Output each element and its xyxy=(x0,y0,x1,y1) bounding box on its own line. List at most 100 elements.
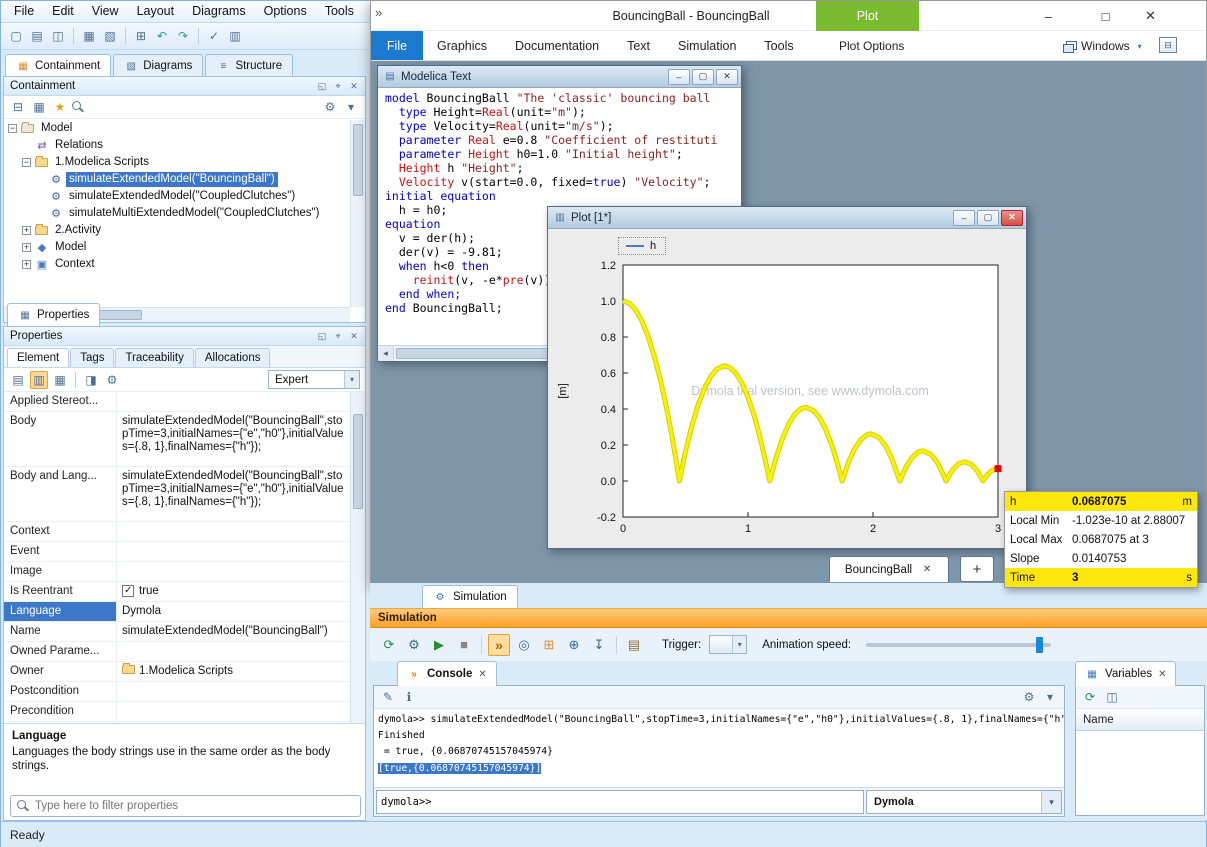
restore-button[interactable]: ▢ xyxy=(692,69,714,85)
property-row[interactable]: Is Reentranttrue xyxy=(4,582,352,602)
tree-label[interactable]: 2.Activity xyxy=(52,223,104,238)
collections-icon[interactable]: ⊞ xyxy=(132,27,150,45)
tree-item[interactable]: +2.Activity xyxy=(4,222,350,239)
columns-icon[interactable]: ◫ xyxy=(1103,688,1121,706)
property-value[interactable] xyxy=(117,642,352,661)
tab-properties[interactable]: ▦ Properties xyxy=(7,303,100,326)
ribbon-tab-file[interactable]: File xyxy=(371,31,423,60)
tree-label[interactable]: Relations xyxy=(52,138,106,153)
options-gear-icon[interactable]: ⚙ xyxy=(321,98,339,116)
menu-tools[interactable]: Tools xyxy=(316,1,363,22)
favorites-icon[interactable]: ★ xyxy=(51,98,69,116)
open-project-icon[interactable]: ▤ xyxy=(28,27,46,45)
tree-label[interactable]: Context xyxy=(52,257,98,272)
tree-label[interactable]: 1.Modelica Scripts xyxy=(52,155,152,170)
property-value[interactable] xyxy=(117,542,352,561)
close-button[interactable]: ✕ xyxy=(1128,1,1173,31)
property-value[interactable]: simulateExtendedModel("BouncingBall",sto… xyxy=(117,467,352,521)
categorized-icon[interactable]: ▤ xyxy=(9,371,27,389)
customize-icon[interactable]: ◨ xyxy=(82,371,100,389)
tree-label[interactable]: simulateMultiExtendedModel("CoupledClutc… xyxy=(66,206,322,221)
expand-tree-icon[interactable]: ⊟ xyxy=(9,98,27,116)
property-row[interactable]: Precondition xyxy=(4,702,352,722)
property-row[interactable]: Event xyxy=(4,542,352,562)
save-project-icon[interactable]: ◫ xyxy=(49,27,67,45)
console-command-input[interactable] xyxy=(376,790,864,814)
animation-speed-slider[interactable] xyxy=(866,643,1051,647)
tree-label[interactable]: simulateExtendedModel("BouncingBall") xyxy=(66,172,278,187)
tab-console[interactable]: » Console ✕ xyxy=(397,661,497,686)
property-value[interactable] xyxy=(117,702,352,721)
property-value[interactable] xyxy=(117,522,352,541)
menu-edit[interactable]: Edit xyxy=(43,1,83,22)
property-value[interactable]: 1.Modelica Scripts xyxy=(117,662,352,681)
book-icon[interactable]: ▤ xyxy=(623,634,645,656)
checkbox-checked-icon[interactable] xyxy=(122,585,134,597)
open-diagram-icon[interactable]: ▦ xyxy=(30,98,48,116)
property-row[interactable]: Postcondition xyxy=(4,682,352,702)
plot-window-title-bar[interactable]: ▥ Plot [1*] – ▢ ✕ xyxy=(548,207,1026,229)
target-icon[interactable]: ◎ xyxy=(513,634,535,656)
edit-icon[interactable]: ✎ xyxy=(379,688,397,706)
tab-variables[interactable]: ▦ Variables ✕ xyxy=(1075,661,1176,686)
tree-item[interactable]: +◆Model xyxy=(4,239,350,256)
menu-view[interactable]: View xyxy=(83,1,128,22)
close-button[interactable]: ✕ xyxy=(1001,210,1023,226)
tab-close-icon[interactable]: ✕ xyxy=(478,669,486,680)
menu-diagrams[interactable]: Diagrams xyxy=(183,1,255,22)
property-row[interactable]: Applied Stereot... xyxy=(4,392,352,412)
menu-layout[interactable]: Layout xyxy=(128,1,184,22)
property-value[interactable] xyxy=(117,682,352,701)
slider-handle[interactable] xyxy=(1036,637,1043,653)
property-row[interactable]: Owned Parame... xyxy=(4,642,352,662)
tree-item[interactable]: ⚙simulateExtendedModel("CoupledClutches"… xyxy=(4,188,350,205)
property-row[interactable]: Body and Lang...simulateExtendedModel("B… xyxy=(4,467,352,522)
windows-menu[interactable]: Windows ▾ xyxy=(1063,31,1145,61)
vscroll-thumb[interactable] xyxy=(353,124,363,196)
options-gear-icon[interactable]: ⚙ xyxy=(1020,688,1038,706)
tab-traceability[interactable]: Traceability xyxy=(115,348,193,367)
bouncing-ball-plot[interactable]: -0.20.00.20.40.60.81.01.20123[m]Dymola t… xyxy=(548,229,1028,550)
tab-allocations[interactable]: Allocations xyxy=(195,348,271,367)
restore-panel-icon[interactable]: ◱ xyxy=(315,329,329,343)
tree-label[interactable]: simulateExtendedModel("CoupledClutches") xyxy=(66,189,298,204)
tab-simulation[interactable]: ⚙ Simulation xyxy=(422,585,518,608)
ribbon-item-plot-options[interactable]: Plot Options xyxy=(839,31,904,61)
close-button[interactable]: ✕ xyxy=(716,69,738,85)
tree-item[interactable]: ⚙simulateExtendedModel("BouncingBall") xyxy=(4,171,350,188)
variables-name-header[interactable]: Name xyxy=(1076,709,1204,731)
close-panel-icon[interactable]: ✕ xyxy=(347,79,361,93)
tab-close-icon[interactable]: ✕ xyxy=(921,564,933,576)
restore-panel-icon[interactable]: ◱ xyxy=(315,79,329,93)
show-panes-button[interactable]: ⊟ xyxy=(1159,37,1177,53)
undo-icon[interactable]: ↶ xyxy=(153,27,171,45)
tab-structure[interactable]: ≡Structure xyxy=(205,54,293,77)
property-value[interactable]: true xyxy=(117,582,352,601)
maximize-button[interactable]: □ xyxy=(1083,1,1128,31)
property-row[interactable]: Owner1.Modelica Scripts xyxy=(4,662,352,682)
tab-containment[interactable]: ▦Containment xyxy=(5,54,111,77)
tree-label[interactable]: Model xyxy=(38,121,75,136)
property-value[interactable] xyxy=(117,392,352,411)
search-icon[interactable] xyxy=(72,101,84,113)
minimize-button[interactable]: – xyxy=(953,210,975,226)
ribbon-tab-tools[interactable]: Tools xyxy=(750,31,807,60)
menu-file[interactable]: File xyxy=(5,1,43,22)
globe-icon[interactable]: ⊕ xyxy=(563,634,585,656)
properties-filter-input[interactable] xyxy=(35,800,354,812)
modelica-text-title-bar[interactable]: ▤ Modelica Text – ▢ ✕ xyxy=(378,66,741,88)
property-row[interactable]: Context xyxy=(4,522,352,542)
property-value[interactable]: Dymola xyxy=(117,602,352,621)
alphabetic-icon[interactable]: ▥ xyxy=(30,371,48,389)
print-icon[interactable]: ▦ xyxy=(80,27,98,45)
containment-panel-header[interactable]: Containment ◱⌖✕ xyxy=(4,77,365,96)
tree-item[interactable]: −Model xyxy=(4,120,350,137)
properties-mode-select[interactable]: Expert ▾ xyxy=(268,370,360,389)
expander-plus-icon[interactable]: + xyxy=(22,226,31,235)
tab-close-icon[interactable]: ✕ xyxy=(1158,669,1166,680)
property-value[interactable] xyxy=(117,562,352,581)
kernel-select[interactable]: Dymola ▾ xyxy=(866,790,1062,814)
tab-diagrams[interactable]: ▧Diagrams xyxy=(113,54,203,77)
tab-element[interactable]: Element xyxy=(7,348,69,367)
ribbon-tab-graphics[interactable]: Graphics xyxy=(423,31,501,60)
